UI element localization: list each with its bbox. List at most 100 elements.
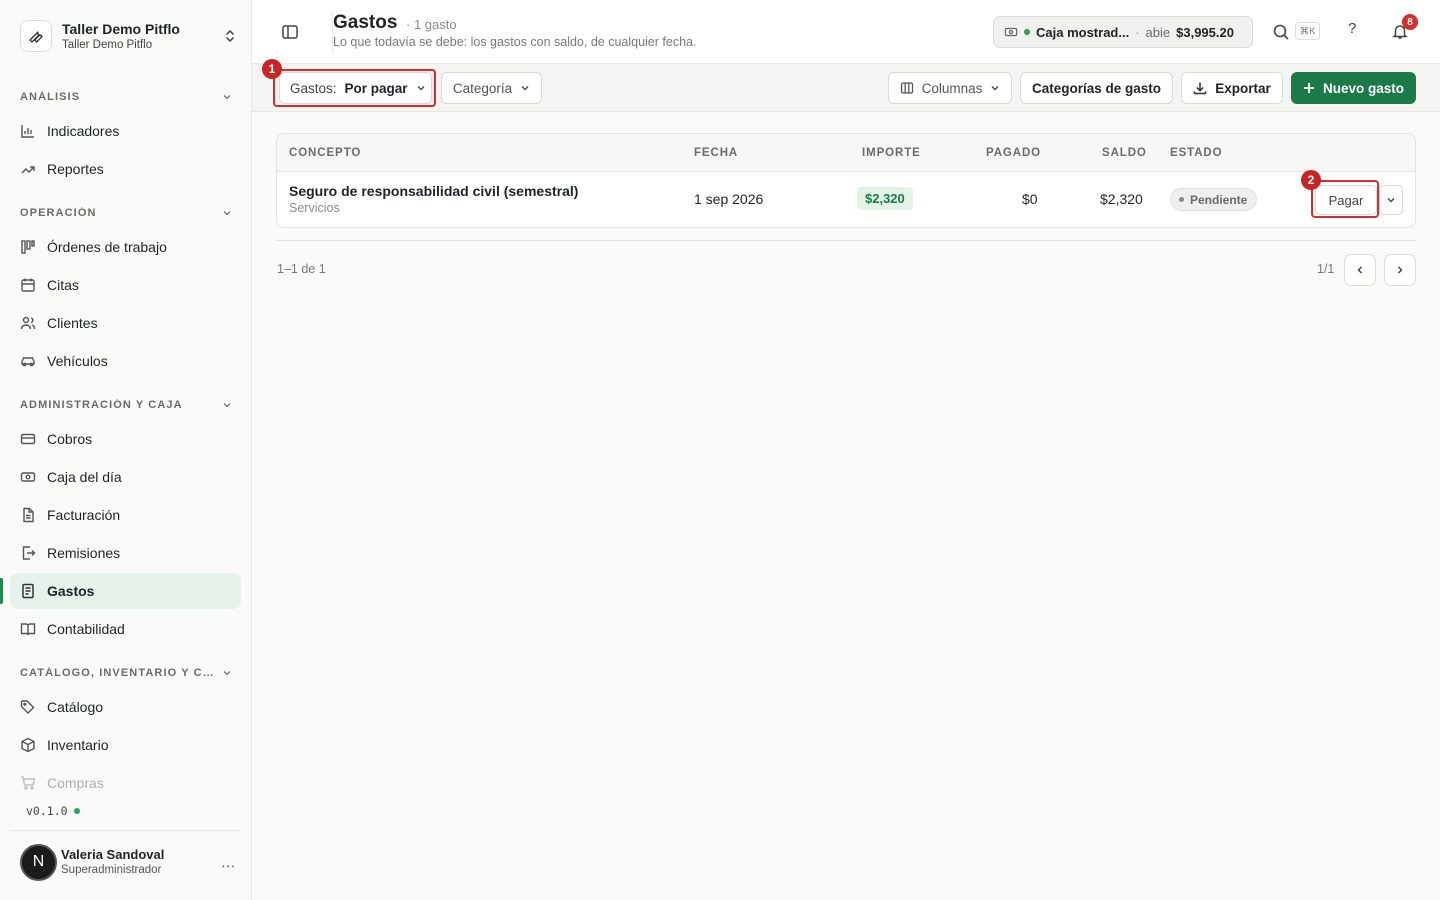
search-icon[interactable] bbox=[1272, 23, 1290, 41]
user-menu[interactable]: N Valeria Sandoval Superadministrador ..… bbox=[20, 843, 236, 881]
sidebar-item-label: Gastos bbox=[47, 583, 95, 599]
section-administracion[interactable]: Administración y caja bbox=[20, 397, 232, 413]
columns-button[interactable]: Columnas bbox=[888, 72, 1012, 104]
org-name: Taller Demo Pitflo bbox=[62, 20, 180, 37]
sidebar-item-remisiones[interactable]: Remisiones bbox=[10, 535, 241, 571]
next-page-button[interactable] bbox=[1384, 254, 1416, 286]
sidebar-item-compras[interactable]: Compras bbox=[10, 765, 241, 801]
pagination-page: 1/1 bbox=[1317, 262, 1335, 276]
status-badge: Pendiente bbox=[1170, 188, 1258, 211]
column-header-paid[interactable]: Pagado bbox=[986, 147, 1041, 159]
sidebar-item-inventario[interactable]: Inventario bbox=[10, 727, 241, 763]
receipt-icon bbox=[20, 583, 36, 599]
chevron-down-icon bbox=[990, 83, 1000, 93]
app-version: v0.1.0 bbox=[26, 804, 80, 818]
column-header-date[interactable]: Fecha bbox=[694, 147, 738, 159]
sidebar-item-label: Inventario bbox=[47, 737, 109, 753]
cart-icon bbox=[20, 775, 36, 791]
page-title: Gastos bbox=[333, 12, 398, 33]
section-catalogo[interactable]: Catálogo, inventario y co... bbox=[20, 665, 232, 681]
sidebar-item-citas[interactable]: Citas bbox=[10, 267, 241, 303]
avatar: N bbox=[20, 843, 57, 881]
column-header-concept[interactable]: Concepto bbox=[289, 147, 361, 159]
section-operacion[interactable]: Operación bbox=[20, 205, 232, 221]
status-dot bbox=[73, 808, 80, 814]
sidebar-item-contabilidad[interactable]: Contabilidad bbox=[10, 611, 241, 647]
search-shortcut: ⌘K bbox=[1295, 22, 1320, 40]
help-button[interactable]: ? bbox=[1348, 20, 1356, 37]
expense-category: Servicios bbox=[289, 201, 340, 215]
pay-button[interactable]: Pagar bbox=[1315, 185, 1377, 215]
wrench-icon bbox=[20, 20, 52, 52]
column-header-balance[interactable]: Saldo bbox=[1102, 147, 1147, 159]
bar-chart-icon bbox=[20, 123, 36, 139]
car-icon bbox=[20, 353, 36, 369]
expense-paid: $0 bbox=[1022, 191, 1038, 207]
more-options-icon[interactable]: ... bbox=[221, 854, 236, 870]
new-expense-button[interactable]: Nuevo gasto bbox=[1291, 72, 1416, 104]
page-subtitle: Lo que todavía se debe: los gastos con s… bbox=[333, 35, 697, 49]
expenses-table: Concepto Fecha Importe Pagado Saldo Esta… bbox=[276, 133, 1416, 228]
status-dot bbox=[1024, 29, 1030, 35]
notification-badge: 8 bbox=[1402, 14, 1418, 30]
chevron-down-icon bbox=[223, 671, 231, 676]
sidebar-item-reportes[interactable]: Reportes bbox=[10, 151, 241, 187]
annotation-marker-2: 2 bbox=[1301, 170, 1321, 190]
chevron-down-icon bbox=[1387, 198, 1395, 203]
sidebar-item-label: Indicadores bbox=[47, 123, 120, 139]
section-analisis[interactable]: Análisis bbox=[20, 89, 232, 105]
cash-register-status[interactable]: Caja mostrad... · abie $3,995.20 bbox=[993, 16, 1253, 48]
sidebar-item-gastos[interactable]: Gastos bbox=[10, 573, 241, 609]
chevron-down-icon bbox=[223, 211, 231, 216]
sidebar-toggle-icon[interactable] bbox=[280, 22, 300, 42]
chevrons-updown-icon bbox=[224, 28, 236, 44]
expense-amount: $2,320 bbox=[857, 187, 913, 210]
sidebar-item-indicadores[interactable]: Indicadores bbox=[10, 113, 241, 149]
column-header-status[interactable]: Estado bbox=[1170, 147, 1222, 159]
cash-icon bbox=[1004, 27, 1018, 37]
sidebar-item-catalogo[interactable]: Catálogo bbox=[10, 689, 241, 725]
sidebar-item-vehiculos[interactable]: Vehículos bbox=[10, 343, 241, 379]
category-filter-button[interactable]: Categoría bbox=[441, 72, 542, 104]
export-label: Exportar bbox=[1215, 80, 1271, 96]
expense-date: 1 sep 2026 bbox=[694, 191, 764, 207]
sidebar-item-ordenes[interactable]: Órdenes de trabajo bbox=[10, 229, 241, 265]
sidebar-item-label: Vehículos bbox=[47, 353, 108, 369]
row-actions-menu[interactable] bbox=[1379, 185, 1403, 215]
sidebar-item-facturacion[interactable]: Facturación bbox=[10, 497, 241, 533]
expense-concept[interactable]: Seguro de responsabilidad civil (semestr… bbox=[289, 183, 578, 199]
cash-register-name: Caja mostrad... bbox=[1036, 24, 1130, 40]
chevron-down-icon bbox=[416, 83, 426, 93]
sidebar-item-label: Facturación bbox=[47, 507, 121, 523]
sidebar-item-label: Catálogo bbox=[47, 699, 104, 715]
record-count: · 1 gasto bbox=[406, 17, 457, 32]
plus-icon bbox=[1303, 82, 1315, 94]
columns-label: Columnas bbox=[921, 80, 983, 96]
status-filter-button[interactable]: Gastos: Por pagar bbox=[279, 72, 432, 104]
previous-page-button[interactable] bbox=[1344, 254, 1376, 286]
pagination-range: 1–1 de 1 bbox=[277, 262, 326, 276]
category-filter-label: Categoría bbox=[452, 80, 513, 96]
sidebar-item-caja[interactable]: Caja del día bbox=[10, 459, 241, 495]
org-switcher[interactable]: Taller Demo Pitflo Taller Demo Pitflo bbox=[20, 16, 236, 56]
status-label: Pendiente bbox=[1190, 192, 1248, 207]
credit-card-icon bbox=[20, 431, 36, 447]
filter-value: Por pagar bbox=[344, 80, 408, 96]
chevron-down-icon bbox=[520, 83, 530, 93]
version-label: v0.1.0 bbox=[26, 804, 68, 818]
file-icon bbox=[20, 507, 36, 523]
sidebar-item-label: Compras bbox=[47, 775, 104, 791]
sidebar-item-label: Caja del día bbox=[47, 469, 122, 485]
toolbar: Gastos: Por pagar Categoría Columnas Cat… bbox=[252, 64, 1440, 112]
cash-register-state: abie bbox=[1145, 24, 1171, 40]
expense-categories-button[interactable]: Categorías de gasto bbox=[1020, 72, 1173, 104]
sidebar-item-cobros[interactable]: Cobros bbox=[10, 421, 241, 457]
sidebar-item-label: Remisiones bbox=[47, 545, 121, 561]
cash-register-amount: $3,995.20 bbox=[1176, 24, 1234, 40]
table-row[interactable]: Seguro de responsabilidad civil (semestr… bbox=[277, 172, 1415, 227]
sidebar-item-clientes[interactable]: Clientes bbox=[10, 305, 241, 341]
chevron-down-icon bbox=[223, 403, 231, 408]
export-button[interactable]: Exportar bbox=[1181, 72, 1283, 104]
column-header-amount[interactable]: Importe bbox=[862, 147, 921, 159]
sidebar-item-label: Órdenes de trabajo bbox=[47, 239, 167, 255]
